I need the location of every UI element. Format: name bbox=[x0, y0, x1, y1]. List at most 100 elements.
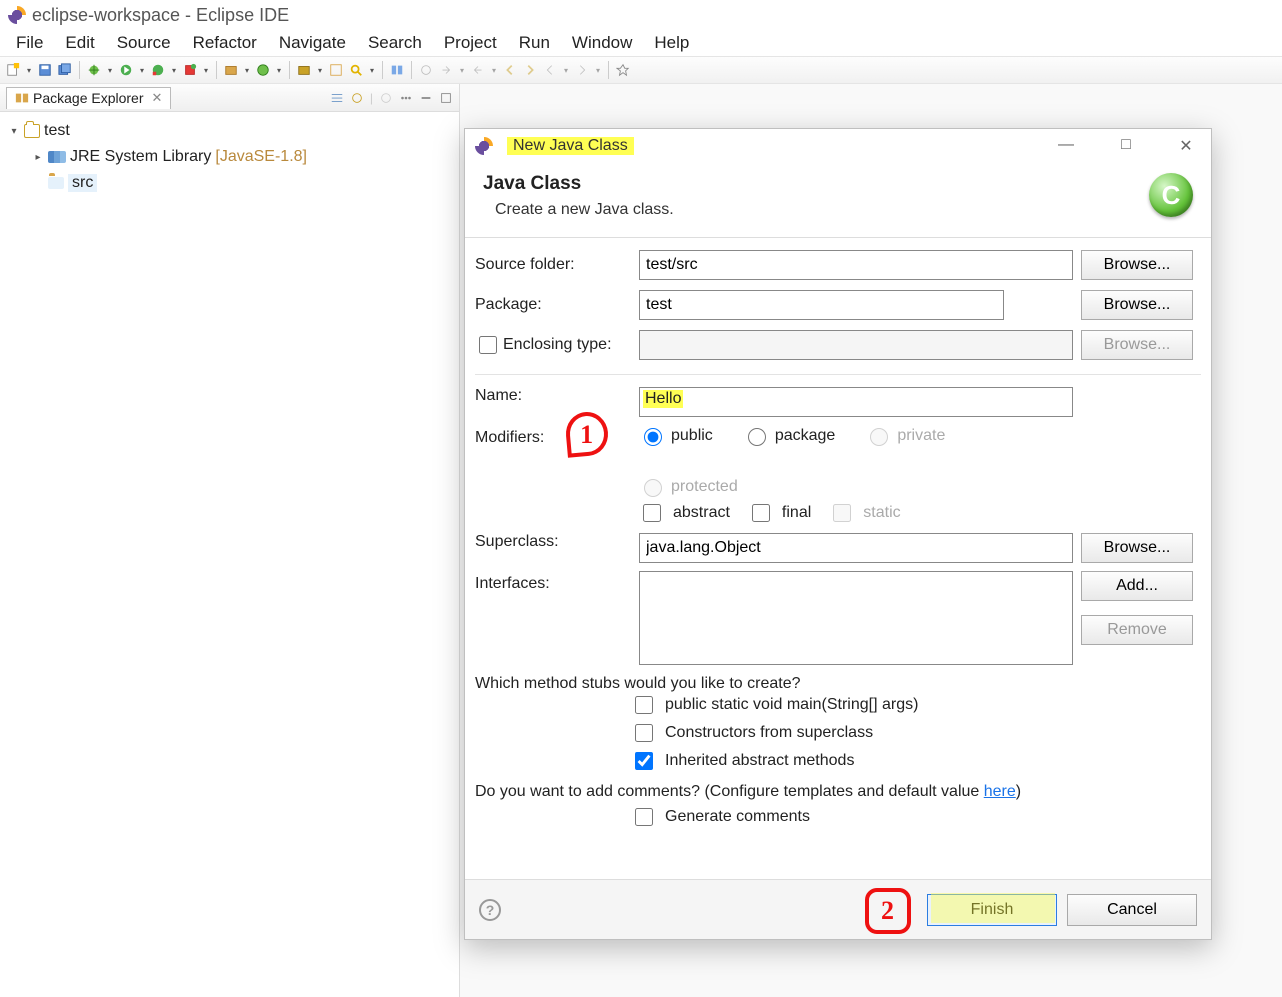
tb-back-history-icon[interactable] bbox=[541, 61, 559, 79]
maximize-icon[interactable]: □ bbox=[1111, 136, 1141, 156]
tb-forward-icon[interactable] bbox=[521, 61, 539, 79]
annotation-2 bbox=[865, 888, 911, 934]
menu-help[interactable]: Help bbox=[644, 31, 699, 55]
tb-skip-breakpoints-icon[interactable] bbox=[417, 61, 435, 79]
menu-refactor[interactable]: Refactor bbox=[183, 31, 267, 55]
eclipse-icon bbox=[475, 137, 493, 155]
banner-subtitle: Create a new Java class. bbox=[495, 201, 1149, 219]
finish-button[interactable]: Finish bbox=[927, 894, 1057, 926]
tb-search-icon[interactable] bbox=[347, 61, 365, 79]
window-title: eclipse-workspace - Eclipse IDE bbox=[32, 5, 289, 26]
enclosing-type-checkbox[interactable] bbox=[479, 336, 497, 354]
collapse-all-icon[interactable] bbox=[330, 91, 344, 105]
menu-edit[interactable]: Edit bbox=[55, 31, 104, 55]
tree-lib-label: JRE System Library bbox=[70, 148, 211, 166]
package-tree[interactable]: ▾ test ▸ JRE System Library [JavaSE-1.8]… bbox=[0, 112, 459, 202]
browse-source-button[interactable]: Browse... bbox=[1081, 250, 1193, 280]
tb-pin-editor-icon[interactable] bbox=[614, 61, 632, 79]
menu-window[interactable]: Window bbox=[562, 31, 642, 55]
focus-task-icon[interactable] bbox=[379, 91, 393, 105]
tb-separator bbox=[382, 61, 383, 79]
package-input[interactable] bbox=[639, 290, 1004, 320]
modifier-public[interactable]: public bbox=[639, 425, 713, 446]
project-icon bbox=[24, 124, 40, 138]
label-package: Package: bbox=[475, 296, 631, 314]
tb-new-icon[interactable] bbox=[4, 61, 22, 79]
modifier-abstract[interactable]: abstract bbox=[639, 501, 730, 525]
tree-src-package[interactable]: src bbox=[4, 170, 455, 196]
class-badge-icon: C bbox=[1149, 173, 1193, 217]
label-source-folder: Source folder: bbox=[475, 256, 631, 274]
tb-fwd-history-icon[interactable] bbox=[573, 61, 591, 79]
modifier-final[interactable]: final bbox=[748, 501, 811, 525]
tb-next-annotation-icon[interactable] bbox=[437, 61, 455, 79]
tb-open-type-icon[interactable] bbox=[295, 61, 313, 79]
modifier-static: static bbox=[829, 501, 900, 525]
toolbar bbox=[0, 56, 1282, 84]
enclosing-type-input bbox=[639, 330, 1073, 360]
tree-project[interactable]: ▾ test bbox=[4, 118, 455, 144]
tb-save-icon[interactable] bbox=[36, 61, 54, 79]
tb-separator bbox=[289, 61, 290, 79]
menu-project[interactable]: Project bbox=[434, 31, 507, 55]
dialog-titlebar[interactable]: New Java Class — □ ✕ bbox=[465, 129, 1211, 163]
close-icon[interactable]: ✕ bbox=[1171, 136, 1201, 156]
banner-title: Java Class bbox=[483, 173, 1149, 195]
tb-toggle-breadcrumb-icon[interactable] bbox=[388, 61, 406, 79]
stub-constructors-checkbox[interactable]: Constructors from superclass bbox=[631, 721, 1201, 745]
tree-jre-library[interactable]: ▸ JRE System Library [JavaSE-1.8] bbox=[4, 144, 455, 170]
menu-source[interactable]: Source bbox=[107, 31, 181, 55]
tb-saveall-icon[interactable] bbox=[56, 61, 74, 79]
tb-coverage-icon[interactable] bbox=[149, 61, 167, 79]
help-icon[interactable]: ? bbox=[479, 899, 501, 921]
generate-comments-checkbox[interactable]: Generate comments bbox=[631, 805, 1201, 829]
close-icon[interactable]: ✕ bbox=[148, 90, 163, 106]
tb-run-icon[interactable] bbox=[117, 61, 135, 79]
link-with-editor-icon[interactable] bbox=[350, 91, 364, 105]
remove-interface-button: Remove bbox=[1081, 615, 1193, 645]
package-explorer-tab[interactable]: Package Explorer ✕ bbox=[6, 87, 171, 109]
tb-debug-icon[interactable] bbox=[85, 61, 103, 79]
tb-external-tools-icon[interactable] bbox=[181, 61, 199, 79]
add-interface-button[interactable]: Add... bbox=[1081, 571, 1193, 601]
menu-file[interactable]: File bbox=[6, 31, 53, 55]
tb-new-class-icon[interactable] bbox=[254, 61, 272, 79]
tb-new-package-icon[interactable] bbox=[222, 61, 240, 79]
minimize-icon[interactable] bbox=[419, 91, 433, 105]
view-separator: | bbox=[370, 91, 373, 105]
tree-pkg-label: src bbox=[68, 174, 97, 192]
tb-open-task-icon[interactable] bbox=[327, 61, 345, 79]
package-explorer-panel: Package Explorer ✕ | ▾ test ▸ bbox=[0, 84, 460, 997]
new-java-class-dialog: New Java Class — □ ✕ Java Class Create a… bbox=[464, 128, 1212, 940]
name-input[interactable] bbox=[639, 387, 1073, 417]
maximize-icon[interactable] bbox=[439, 91, 453, 105]
browse-package-button[interactable]: Browse... bbox=[1081, 290, 1193, 320]
tb-prev-annotation-icon[interactable] bbox=[469, 61, 487, 79]
label-method-stubs: Which method stubs would you like to cre… bbox=[475, 675, 1201, 693]
menu-navigate[interactable]: Navigate bbox=[269, 31, 356, 55]
minimize-icon[interactable]: — bbox=[1051, 136, 1081, 156]
interfaces-list[interactable] bbox=[639, 571, 1073, 665]
eclipse-icon bbox=[8, 6, 26, 24]
stub-inherited-checkbox[interactable]: Inherited abstract methods bbox=[631, 749, 1201, 773]
chevron-right-icon[interactable]: ▸ bbox=[32, 151, 44, 163]
package-explorer-icon bbox=[15, 91, 29, 105]
tb-separator bbox=[216, 61, 217, 79]
superclass-input[interactable] bbox=[639, 533, 1073, 563]
menu-run[interactable]: Run bbox=[509, 31, 560, 55]
modifier-package[interactable]: package bbox=[743, 425, 836, 446]
stub-main-checkbox[interactable]: public static void main(String[] args) bbox=[631, 693, 1201, 717]
chevron-down-icon[interactable]: ▾ bbox=[8, 125, 20, 137]
menubar: File Edit Source Refactor Navigate Searc… bbox=[0, 30, 1282, 56]
browse-superclass-button[interactable]: Browse... bbox=[1081, 533, 1193, 563]
separator bbox=[475, 374, 1201, 375]
titlebar: eclipse-workspace - Eclipse IDE bbox=[0, 0, 1282, 30]
view-menu-icon[interactable] bbox=[399, 91, 413, 105]
cancel-button[interactable]: Cancel bbox=[1067, 894, 1197, 926]
tb-back-icon[interactable] bbox=[501, 61, 519, 79]
source-folder-input[interactable] bbox=[639, 250, 1073, 280]
package-icon bbox=[48, 177, 64, 189]
twist-spacer bbox=[32, 177, 44, 189]
configure-templates-link[interactable]: here bbox=[984, 783, 1016, 800]
menu-search[interactable]: Search bbox=[358, 31, 432, 55]
